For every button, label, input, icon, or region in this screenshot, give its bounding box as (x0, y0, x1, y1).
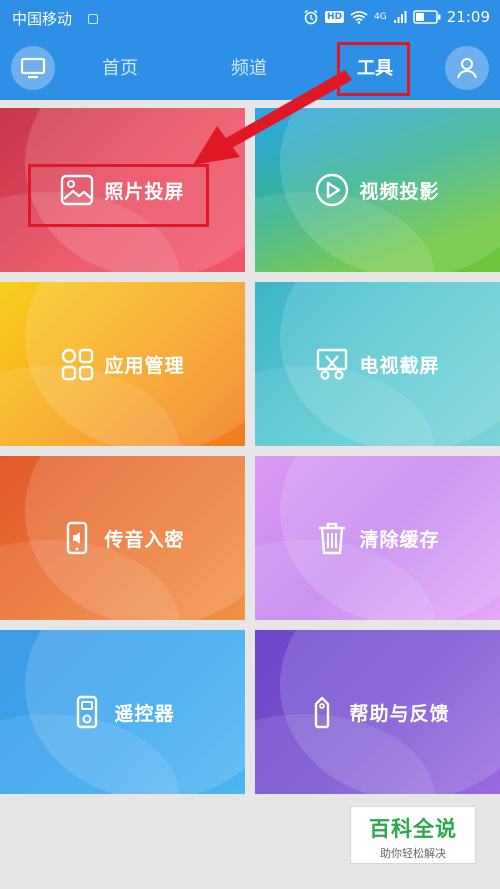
highlight-photo-cast (28, 164, 209, 227)
play-icon (316, 173, 349, 207)
watermark-subtitle: 助你轻松解决 (380, 847, 446, 860)
nav-bar: 首页 频道 工具 (0, 36, 500, 100)
tool-label: 视频投影 (359, 180, 440, 203)
network-type: 4G (374, 12, 387, 22)
tool-label: 帮助与反馈 (349, 702, 450, 725)
clock: 21:09 (446, 8, 490, 26)
remote-icon (77, 695, 98, 729)
battery-icon (413, 10, 441, 24)
tool-voice-message[interactable]: 传音入密 (0, 456, 245, 620)
tab-home[interactable]: 首页 (102, 54, 138, 80)
sim-icon (88, 14, 98, 24)
status-bar: 中国移动 HD 4G 21:09 (0, 0, 500, 36)
signal-icon (393, 11, 407, 23)
tag-icon (315, 696, 330, 729)
screenshot-icon (317, 348, 348, 380)
watermark: 百科全说 助你轻松解决 (350, 806, 476, 864)
phone-sound-icon (67, 521, 88, 555)
tool-label: 电视截屏 (359, 354, 440, 377)
tool-remote-control[interactable]: 遥控器 (0, 630, 245, 794)
apps-icon (62, 348, 94, 381)
highlight-tools-tab (337, 42, 410, 96)
top-bar: 中国移动 HD 4G 21:09 首页 频道 工具 (0, 0, 500, 100)
tool-clear-cache[interactable]: 清除缓存 (255, 456, 500, 620)
watermark-title: 百科全说 (369, 817, 457, 841)
wifi-icon (350, 11, 368, 24)
tool-tv-screenshot[interactable]: 电视截屏 (255, 282, 500, 446)
tool-app-manager[interactable]: 应用管理 (0, 282, 245, 446)
tv-button[interactable] (11, 46, 55, 90)
tool-label: 传音入密 (104, 528, 185, 551)
status-icons: HD 4G 21:09 (303, 6, 490, 28)
user-icon (457, 58, 477, 79)
trash-icon (319, 522, 346, 555)
alarm-icon (304, 9, 318, 25)
carrier-name: 中国移动 (12, 10, 73, 28)
user-button[interactable] (445, 46, 489, 90)
tv-icon (20, 57, 46, 79)
tool-video-cast[interactable]: 视频投影 (255, 108, 500, 272)
tool-label: 清除缓存 (359, 528, 440, 551)
tool-label: 应用管理 (104, 354, 185, 377)
hd-badge: HD (325, 11, 345, 23)
tool-label: 遥控器 (114, 702, 175, 725)
tab-channel[interactable]: 频道 (231, 54, 267, 80)
tool-help-feedback[interactable]: 帮助与反馈 (255, 630, 500, 794)
